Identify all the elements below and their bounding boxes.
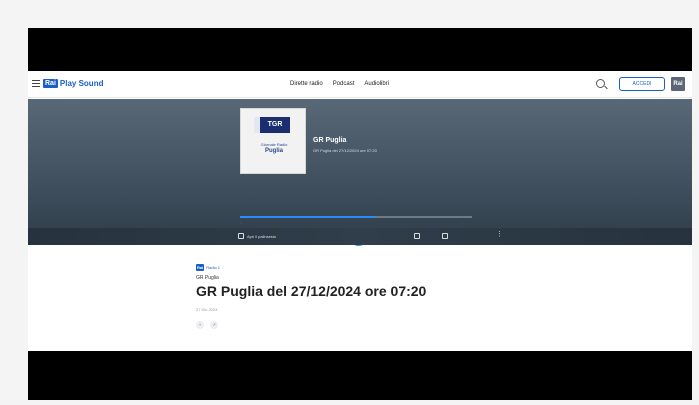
- pin-icon[interactable]: [238, 233, 244, 239]
- rai-logo-box: Rai: [43, 79, 58, 88]
- channel-logo-box: Rai: [196, 264, 205, 271]
- channel-name: Radio 1: [206, 265, 221, 270]
- channel-badge[interactable]: Rai Radio 1: [196, 264, 516, 271]
- schedule-link[interactable]: Apri il palinsesto: [247, 234, 276, 239]
- top-black-bar: [28, 28, 692, 71]
- brand-name: Play Sound: [59, 79, 104, 88]
- nav-link-audiolibri[interactable]: Audiolibri: [364, 81, 389, 87]
- total-time: ·: [462, 221, 463, 225]
- share-icon[interactable]: ↗: [210, 321, 218, 329]
- episode-artwork: TGR Giornale Radio Puglia: [240, 108, 306, 174]
- episode-info: Rai Radio 1 GR Puglia GR Puglia del 27/1…: [196, 264, 516, 329]
- episode-date: 27 Dic 2024: [196, 307, 218, 312]
- save-icon[interactable]: +: [196, 321, 204, 329]
- track-title: GR Puglia: [313, 137, 347, 144]
- login-button[interactable]: ACCEDI: [619, 77, 665, 91]
- program-name[interactable]: GR Puglia: [196, 275, 516, 281]
- nav-link-podcast[interactable]: Podcast: [333, 81, 355, 87]
- episode-actions: + ↗: [196, 321, 516, 329]
- brand-logo[interactable]: Rai Play Sound: [43, 79, 103, 88]
- frame: Rai Play Sound Dirette radio Podcast Aud…: [0, 0, 699, 405]
- more-icon[interactable]: ⋮: [496, 231, 503, 239]
- progress-bar[interactable]: [240, 216, 472, 218]
- artwork-subtitle-line1: Giornale Radio: [260, 142, 288, 147]
- elapsed-time: ·: [240, 221, 241, 225]
- download-icon[interactable]: [414, 233, 420, 239]
- top-navbar: Rai Play Sound Dirette radio Podcast Aud…: [28, 71, 692, 98]
- bottom-black-bar: [28, 351, 692, 400]
- track-subtitle: GR Puglia del 27/12/2024 ore 07:20: [313, 148, 377, 153]
- progress-fill: [240, 216, 375, 218]
- tgr-logo: TGR: [254, 117, 290, 133]
- audio-player: TGR Giornale Radio Puglia GR Puglia GR P…: [28, 99, 692, 246]
- nav-links: Dirette radio Podcast Audiolibri: [290, 81, 389, 87]
- episode-title: GR Puglia del 27/12/2024 ore 07:20: [196, 283, 427, 299]
- screen: Rai Play Sound Dirette radio Podcast Aud…: [28, 28, 692, 400]
- rai-corner-badge[interactable]: Rai: [671, 77, 685, 91]
- nav-link-dirette-radio[interactable]: Dirette radio: [290, 81, 323, 87]
- share-icon[interactable]: [442, 233, 448, 239]
- search-icon[interactable]: [596, 79, 605, 88]
- artwork-subtitle-line2: Puglia: [264, 148, 283, 154]
- menu-icon[interactable]: [32, 80, 40, 88]
- player-bottom-strip: Apri il palinsesto ⋮: [28, 228, 692, 245]
